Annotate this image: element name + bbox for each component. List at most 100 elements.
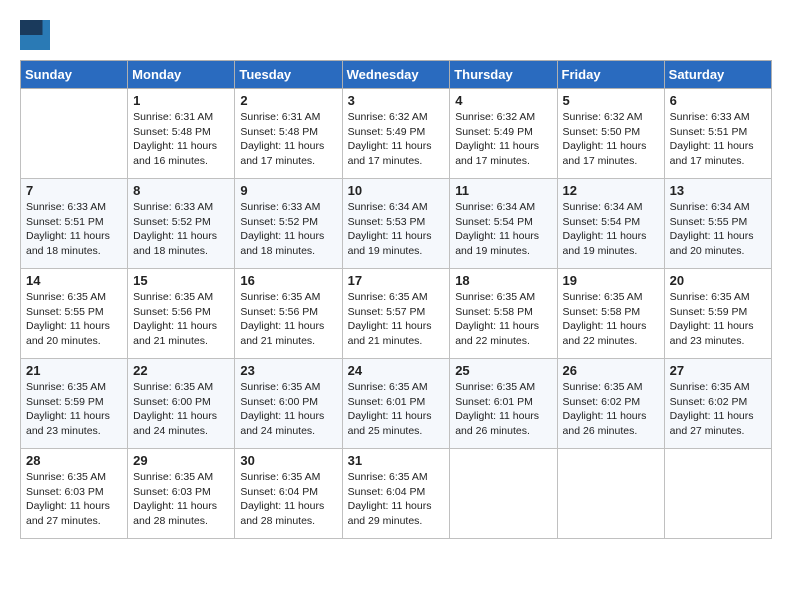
calendar-cell: 1 Sunrise: 6:31 AMSunset: 5:48 PMDaylight… [128,89,235,179]
calendar-cell: 21 Sunrise: 6:35 AMSunset: 5:59 PMDayligh… [21,359,128,449]
calendar-cell: 9 Sunrise: 6:33 AMSunset: 5:52 PMDaylight… [235,179,342,269]
calendar-cell: 31 Sunrise: 6:35 AMSunset: 6:04 PMDayligh… [342,449,450,539]
day-info: Sunrise: 6:35 AMSunset: 5:55 PMDaylight:… [26,290,122,349]
day-number: 3 [348,93,445,108]
day-number: 14 [26,273,122,288]
day-number: 30 [240,453,336,468]
calendar-cell: 20 Sunrise: 6:35 AMSunset: 5:59 PMDayligh… [664,269,771,359]
calendar-cell: 28 Sunrise: 6:35 AMSunset: 6:03 PMDayligh… [21,449,128,539]
day-number: 12 [563,183,659,198]
calendar-cell: 14 Sunrise: 6:35 AMSunset: 5:55 PMDayligh… [21,269,128,359]
calendar-cell: 17 Sunrise: 6:35 AMSunset: 5:57 PMDayligh… [342,269,450,359]
day-number: 17 [348,273,445,288]
logo [20,20,54,50]
calendar-table: SundayMondayTuesdayWednesdayThursdayFrid… [20,60,772,539]
day-header-friday: Friday [557,61,664,89]
day-info: Sunrise: 6:34 AMSunset: 5:54 PMDaylight:… [455,200,551,259]
day-info: Sunrise: 6:32 AMSunset: 5:49 PMDaylight:… [455,110,551,169]
day-info: Sunrise: 6:33 AMSunset: 5:51 PMDaylight:… [26,200,122,259]
calendar-body: 1 Sunrise: 6:31 AMSunset: 5:48 PMDaylight… [21,89,772,539]
day-info: Sunrise: 6:33 AMSunset: 5:52 PMDaylight:… [133,200,229,259]
calendar-cell [21,89,128,179]
calendar-week-2: 7Sunrise: 6:33 AMSunset: 5:51 PMDaylight… [21,179,772,269]
day-info: Sunrise: 6:35 AMSunset: 6:04 PMDaylight:… [348,470,445,529]
day-info: Sunrise: 6:35 AMSunset: 5:56 PMDaylight:… [133,290,229,349]
day-info: Sunrise: 6:35 AMSunset: 6:00 PMDaylight:… [240,380,336,439]
calendar-cell: 8 Sunrise: 6:33 AMSunset: 5:52 PMDaylight… [128,179,235,269]
day-header-thursday: Thursday [450,61,557,89]
calendar-cell: 18 Sunrise: 6:35 AMSunset: 5:58 PMDayligh… [450,269,557,359]
day-number: 10 [348,183,445,198]
day-info: Sunrise: 6:33 AMSunset: 5:51 PMDaylight:… [670,110,766,169]
calendar-week-4: 21 Sunrise: 6:35 AMSunset: 5:59 PMDayligh… [21,359,772,449]
calendar-cell: 11Sunrise: 6:34 AMSunset: 5:54 PMDayligh… [450,179,557,269]
day-info: Sunrise: 6:35 AMSunset: 5:57 PMDaylight:… [348,290,445,349]
day-info: Sunrise: 6:35 AMSunset: 6:03 PMDaylight:… [26,470,122,529]
day-number: 1 [133,93,229,108]
day-number: 26 [563,363,659,378]
day-info: Sunrise: 6:33 AMSunset: 5:52 PMDaylight:… [240,200,336,259]
calendar-cell: 23 Sunrise: 6:35 AMSunset: 6:00 PMDayligh… [235,359,342,449]
calendar-cell: 12 Sunrise: 6:34 AMSunset: 5:54 PMDayligh… [557,179,664,269]
calendar-cell: 27Sunrise: 6:35 AMSunset: 6:02 PMDayligh… [664,359,771,449]
day-info: Sunrise: 6:34 AMSunset: 5:55 PMDaylight:… [670,200,766,259]
day-number: 22 [133,363,229,378]
day-info: Sunrise: 6:35 AMSunset: 5:59 PMDaylight:… [670,290,766,349]
day-number: 16 [240,273,336,288]
calendar-cell: 3Sunrise: 6:32 AMSunset: 5:49 PMDaylight… [342,89,450,179]
calendar-week-1: 1 Sunrise: 6:31 AMSunset: 5:48 PMDaylight… [21,89,772,179]
day-header-wednesday: Wednesday [342,61,450,89]
day-info: Sunrise: 6:34 AMSunset: 5:53 PMDaylight:… [348,200,445,259]
calendar-week-3: 14 Sunrise: 6:35 AMSunset: 5:55 PMDayligh… [21,269,772,359]
day-info: Sunrise: 6:35 AMSunset: 6:04 PMDaylight:… [240,470,336,529]
day-number: 9 [240,183,336,198]
page-header [20,20,772,50]
calendar-cell: 29 Sunrise: 6:35 AMSunset: 6:03 PMDayligh… [128,449,235,539]
calendar-cell: 30 Sunrise: 6:35 AMSunset: 6:04 PMDayligh… [235,449,342,539]
calendar-week-5: 28 Sunrise: 6:35 AMSunset: 6:03 PMDayligh… [21,449,772,539]
calendar-cell: 25Sunrise: 6:35 AMSunset: 6:01 PMDayligh… [450,359,557,449]
day-number: 23 [240,363,336,378]
day-info: Sunrise: 6:35 AMSunset: 6:03 PMDaylight:… [133,470,229,529]
day-number: 18 [455,273,551,288]
day-number: 13 [670,183,766,198]
day-number: 5 [563,93,659,108]
day-number: 4 [455,93,551,108]
calendar-cell: 4 Sunrise: 6:32 AMSunset: 5:49 PMDaylight… [450,89,557,179]
day-header-tuesday: Tuesday [235,61,342,89]
day-number: 31 [348,453,445,468]
calendar-cell [450,449,557,539]
calendar-cell [557,449,664,539]
logo-icon [20,20,50,50]
calendar-cell: 13 Sunrise: 6:34 AMSunset: 5:55 PMDayligh… [664,179,771,269]
day-number: 21 [26,363,122,378]
day-info: Sunrise: 6:31 AMSunset: 5:48 PMDaylight:… [133,110,229,169]
day-number: 19 [563,273,659,288]
day-number: 8 [133,183,229,198]
calendar-cell [664,449,771,539]
day-info: Sunrise: 6:35 AMSunset: 6:02 PMDaylight:… [563,380,659,439]
day-header-monday: Monday [128,61,235,89]
day-info: Sunrise: 6:32 AMSunset: 5:50 PMDaylight:… [563,110,659,169]
calendar-cell: 19 Sunrise: 6:35 AMSunset: 5:58 PMDayligh… [557,269,664,359]
day-info: Sunrise: 6:35 AMSunset: 5:58 PMDaylight:… [563,290,659,349]
day-info: Sunrise: 6:34 AMSunset: 5:54 PMDaylight:… [563,200,659,259]
calendar-cell: 2Sunrise: 6:31 AMSunset: 5:48 PMDaylight… [235,89,342,179]
calendar-cell: 6Sunrise: 6:33 AMSunset: 5:51 PMDaylight… [664,89,771,179]
day-number: 25 [455,363,551,378]
day-info: Sunrise: 6:35 AMSunset: 6:00 PMDaylight:… [133,380,229,439]
calendar-cell: 24Sunrise: 6:35 AMSunset: 6:01 PMDayligh… [342,359,450,449]
calendar-cell: 7Sunrise: 6:33 AMSunset: 5:51 PMDaylight… [21,179,128,269]
day-number: 27 [670,363,766,378]
day-info: Sunrise: 6:35 AMSunset: 5:58 PMDaylight:… [455,290,551,349]
day-info: Sunrise: 6:35 AMSunset: 5:59 PMDaylight:… [26,380,122,439]
day-number: 29 [133,453,229,468]
calendar-cell: 26 Sunrise: 6:35 AMSunset: 6:02 PMDayligh… [557,359,664,449]
calendar-cell: 16 Sunrise: 6:35 AMSunset: 5:56 PMDayligh… [235,269,342,359]
day-number: 2 [240,93,336,108]
day-number: 20 [670,273,766,288]
day-info: Sunrise: 6:35 AMSunset: 5:56 PMDaylight:… [240,290,336,349]
calendar-cell: 10 Sunrise: 6:34 AMSunset: 5:53 PMDayligh… [342,179,450,269]
day-number: 28 [26,453,122,468]
day-number: 15 [133,273,229,288]
